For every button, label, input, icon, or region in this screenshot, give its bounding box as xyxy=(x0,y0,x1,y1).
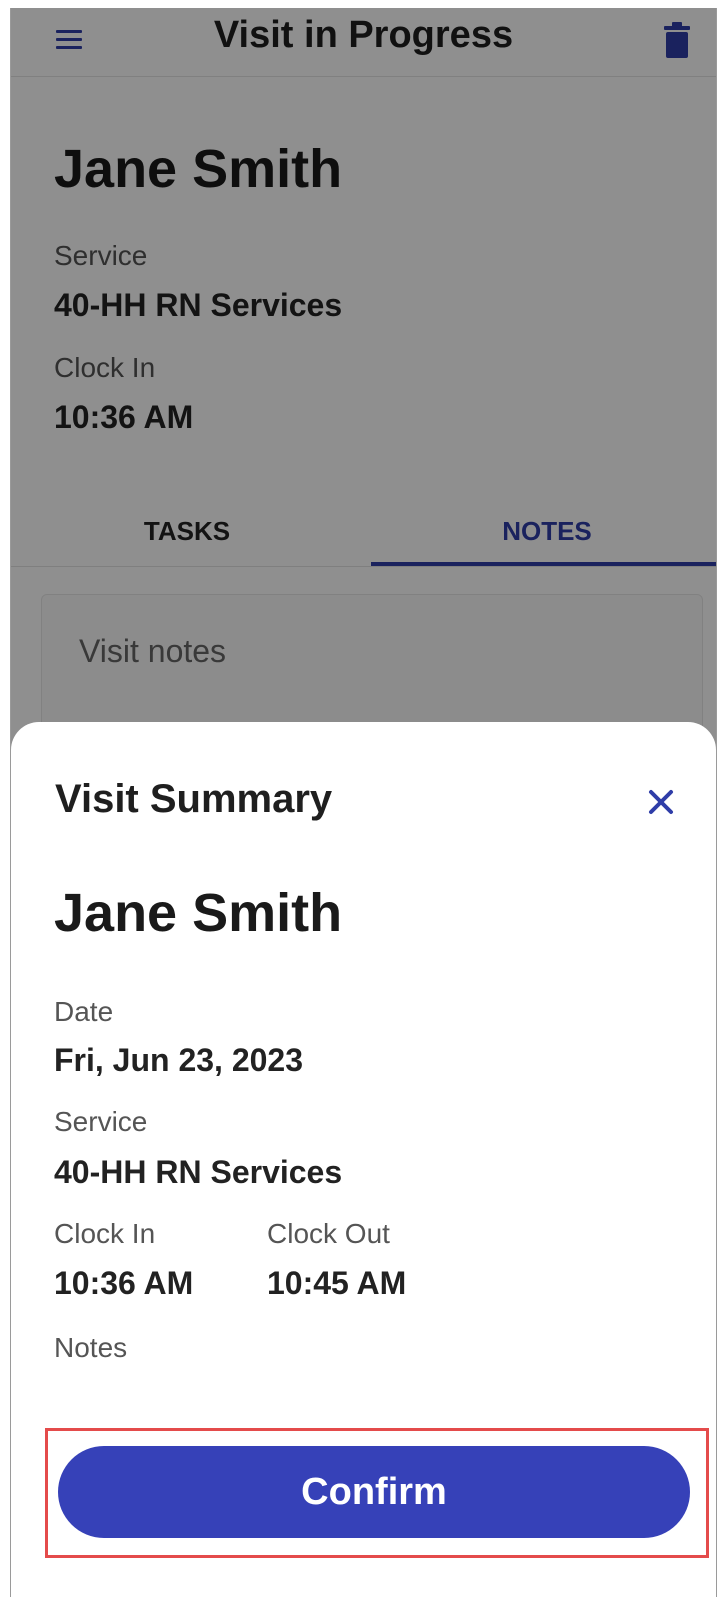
summary-notes-label: Notes xyxy=(54,1332,128,1363)
summary-clock-out-label: Clock Out xyxy=(267,1218,390,1249)
phone-screen: Visit in Progress Jane Smith Service 40-… xyxy=(10,8,717,1597)
close-icon[interactable] xyxy=(641,782,681,822)
confirm-button[interactable]: Confirm xyxy=(58,1446,690,1538)
visit-summary-sheet: Visit Summary Jane Smith Date Fri, Jun 2… xyxy=(11,722,716,1597)
date-label: Date xyxy=(54,996,114,1027)
summary-service-value: 40-HH RN Services xyxy=(54,1154,343,1190)
summary-clock-in-label: Clock In xyxy=(54,1218,156,1249)
confirm-highlight: Confirm xyxy=(45,1428,709,1558)
date-value: Fri, Jun 23, 2023 xyxy=(54,1042,304,1078)
summary-service-label: Service xyxy=(54,1106,148,1137)
summary-clock-in-value: 10:36 AM xyxy=(54,1265,194,1301)
summary-title: Visit Summary xyxy=(55,777,333,821)
summary-client-name: Jane Smith xyxy=(54,883,343,943)
summary-clock-out-value: 10:45 AM xyxy=(267,1265,407,1301)
